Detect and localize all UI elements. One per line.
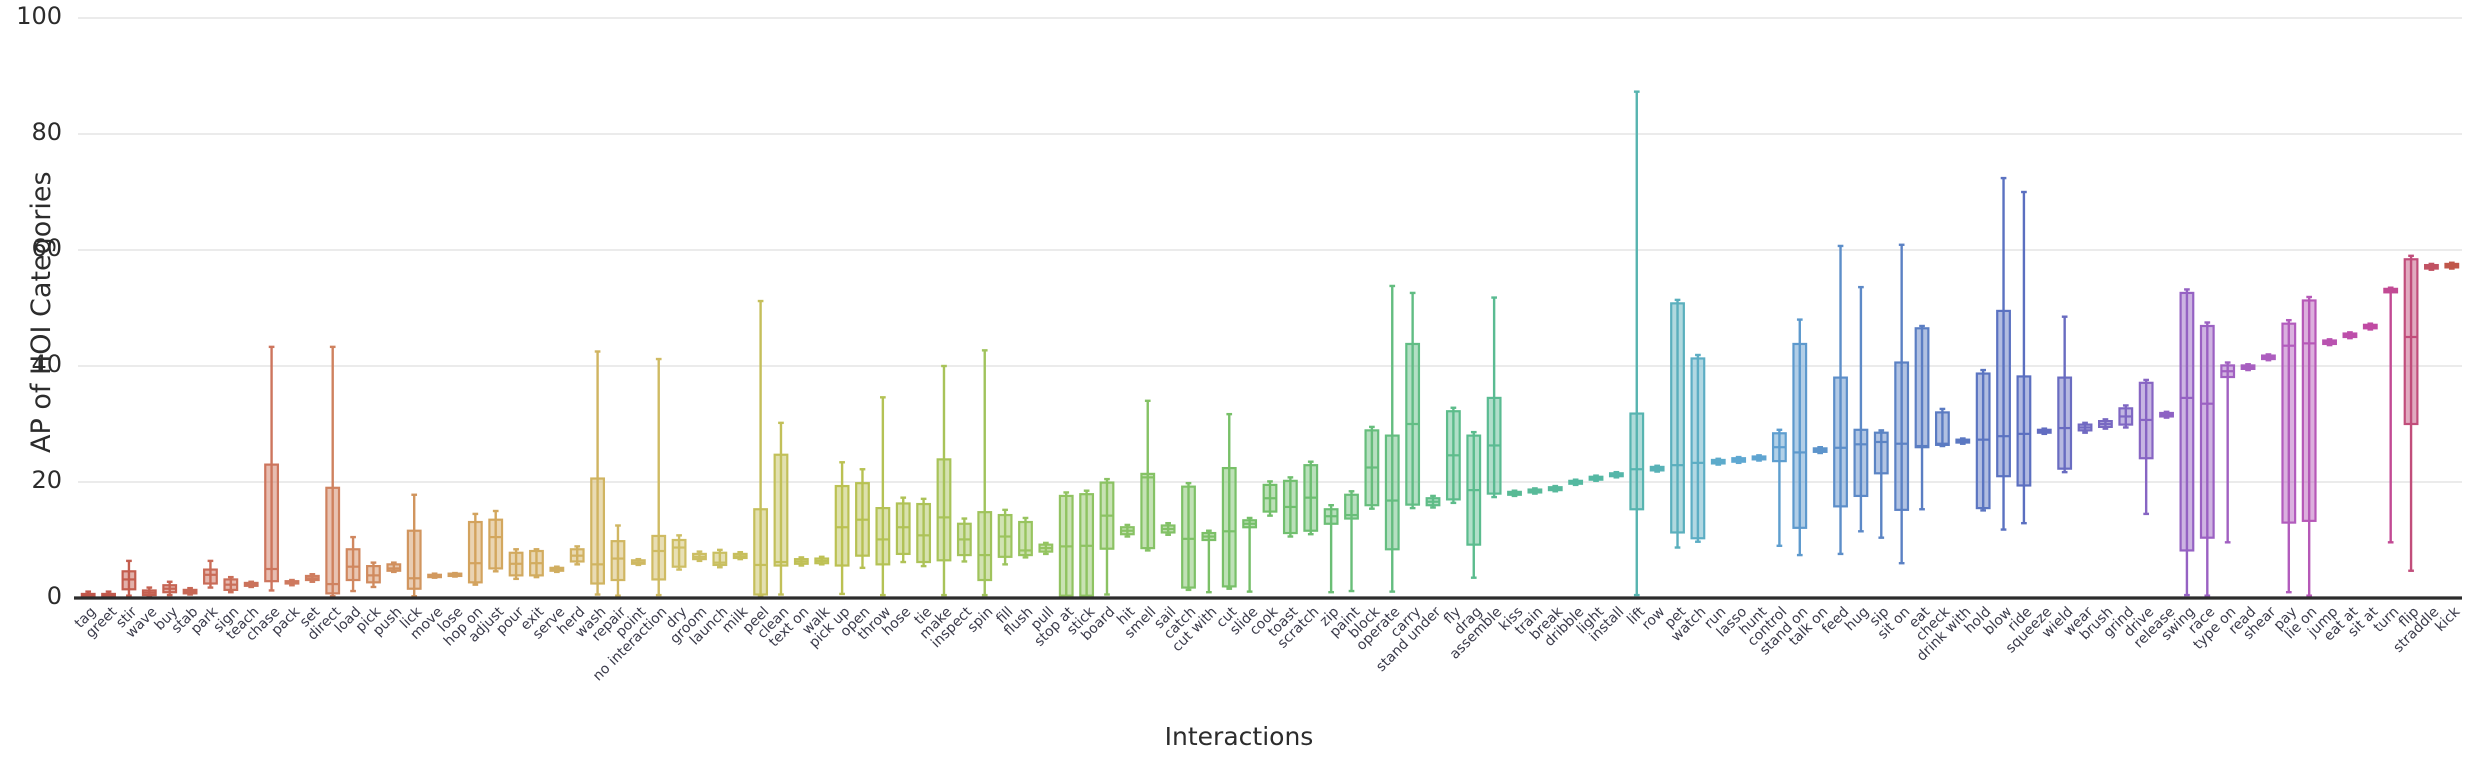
- y-tick-label: 60: [31, 234, 62, 262]
- chart-root: AP of HOI Categories Interactions 0 20 40 6…: [0, 0, 2478, 766]
- y-axis-label: AP of HOI Categories: [26, 171, 57, 453]
- y-tick-label: 80: [31, 118, 62, 146]
- y-tick-label: 0: [46, 582, 62, 610]
- y-tick-label: 40: [31, 350, 62, 378]
- x-axis-label: Interactions: [1164, 722, 1314, 751]
- y-tick-label: 20: [31, 466, 62, 494]
- y-tick-label: 100: [16, 2, 62, 30]
